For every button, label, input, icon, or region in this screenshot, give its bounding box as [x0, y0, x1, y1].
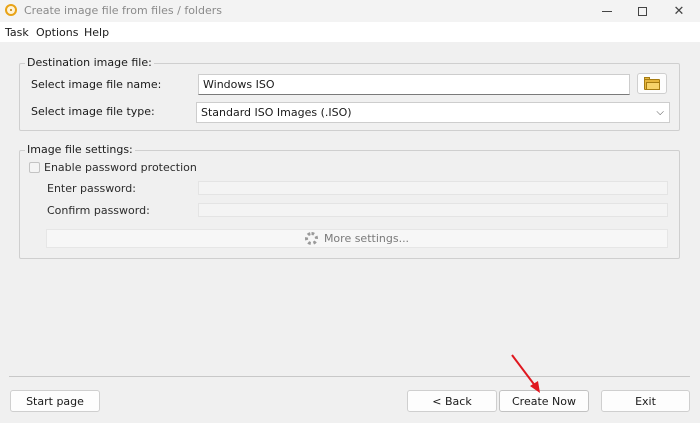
password-checkbox-label: Enable password protection — [44, 161, 197, 174]
destination-group-label: Destination image file: — [25, 56, 154, 69]
confirm-password-label: Confirm password: — [47, 204, 150, 217]
image-name-label: Select image file name: — [31, 78, 162, 91]
chevron-down-icon: ⌵ — [656, 107, 664, 118]
maximize-button[interactable] — [625, 0, 659, 22]
menu-bar: Task Options Help — [0, 22, 700, 42]
minimize-button[interactable] — [590, 0, 624, 22]
create-now-button[interactable]: Create Now — [499, 390, 589, 412]
settings-group-label: Image file settings: — [25, 143, 135, 156]
gear-icon — [304, 232, 318, 245]
app-disc-icon — [5, 4, 17, 16]
image-type-label: Select image file type: — [31, 105, 155, 118]
back-button[interactable]: < Back — [407, 390, 497, 412]
annotation-arrow-line — [511, 354, 537, 388]
minimize-icon — [602, 10, 612, 12]
menu-item-options[interactable]: Options — [36, 26, 78, 39]
footer-separator — [9, 376, 690, 377]
more-settings-label: More settings... — [323, 232, 410, 245]
close-icon: ✕ — [673, 3, 685, 19]
image-name-input[interactable]: Windows ISO — [198, 74, 630, 95]
browse-folder-button[interactable] — [637, 73, 667, 94]
enter-password-label: Enter password: — [47, 182, 136, 195]
maximize-icon — [637, 6, 647, 16]
window-title: Create image file from files / folders — [24, 4, 222, 17]
close-button[interactable]: ✕ — [662, 0, 696, 22]
menu-item-task[interactable]: Task — [5, 26, 29, 39]
image-type-select[interactable]: Standard ISO Images (.ISO) ⌵ — [196, 102, 670, 123]
image-type-value: Standard ISO Images (.ISO) — [201, 106, 352, 119]
menu-item-help[interactable]: Help — [84, 26, 109, 39]
folder-icon — [644, 76, 660, 90]
title-bar: Create image file from files / folders ✕ — [0, 0, 700, 22]
enter-password-field[interactable] — [198, 181, 668, 195]
more-settings-button[interactable]: More settings... — [46, 229, 668, 248]
exit-button[interactable]: Exit — [601, 390, 690, 412]
password-checkbox[interactable] — [29, 162, 40, 173]
start-page-button[interactable]: Start page — [10, 390, 100, 412]
confirm-password-field[interactable] — [198, 203, 668, 217]
